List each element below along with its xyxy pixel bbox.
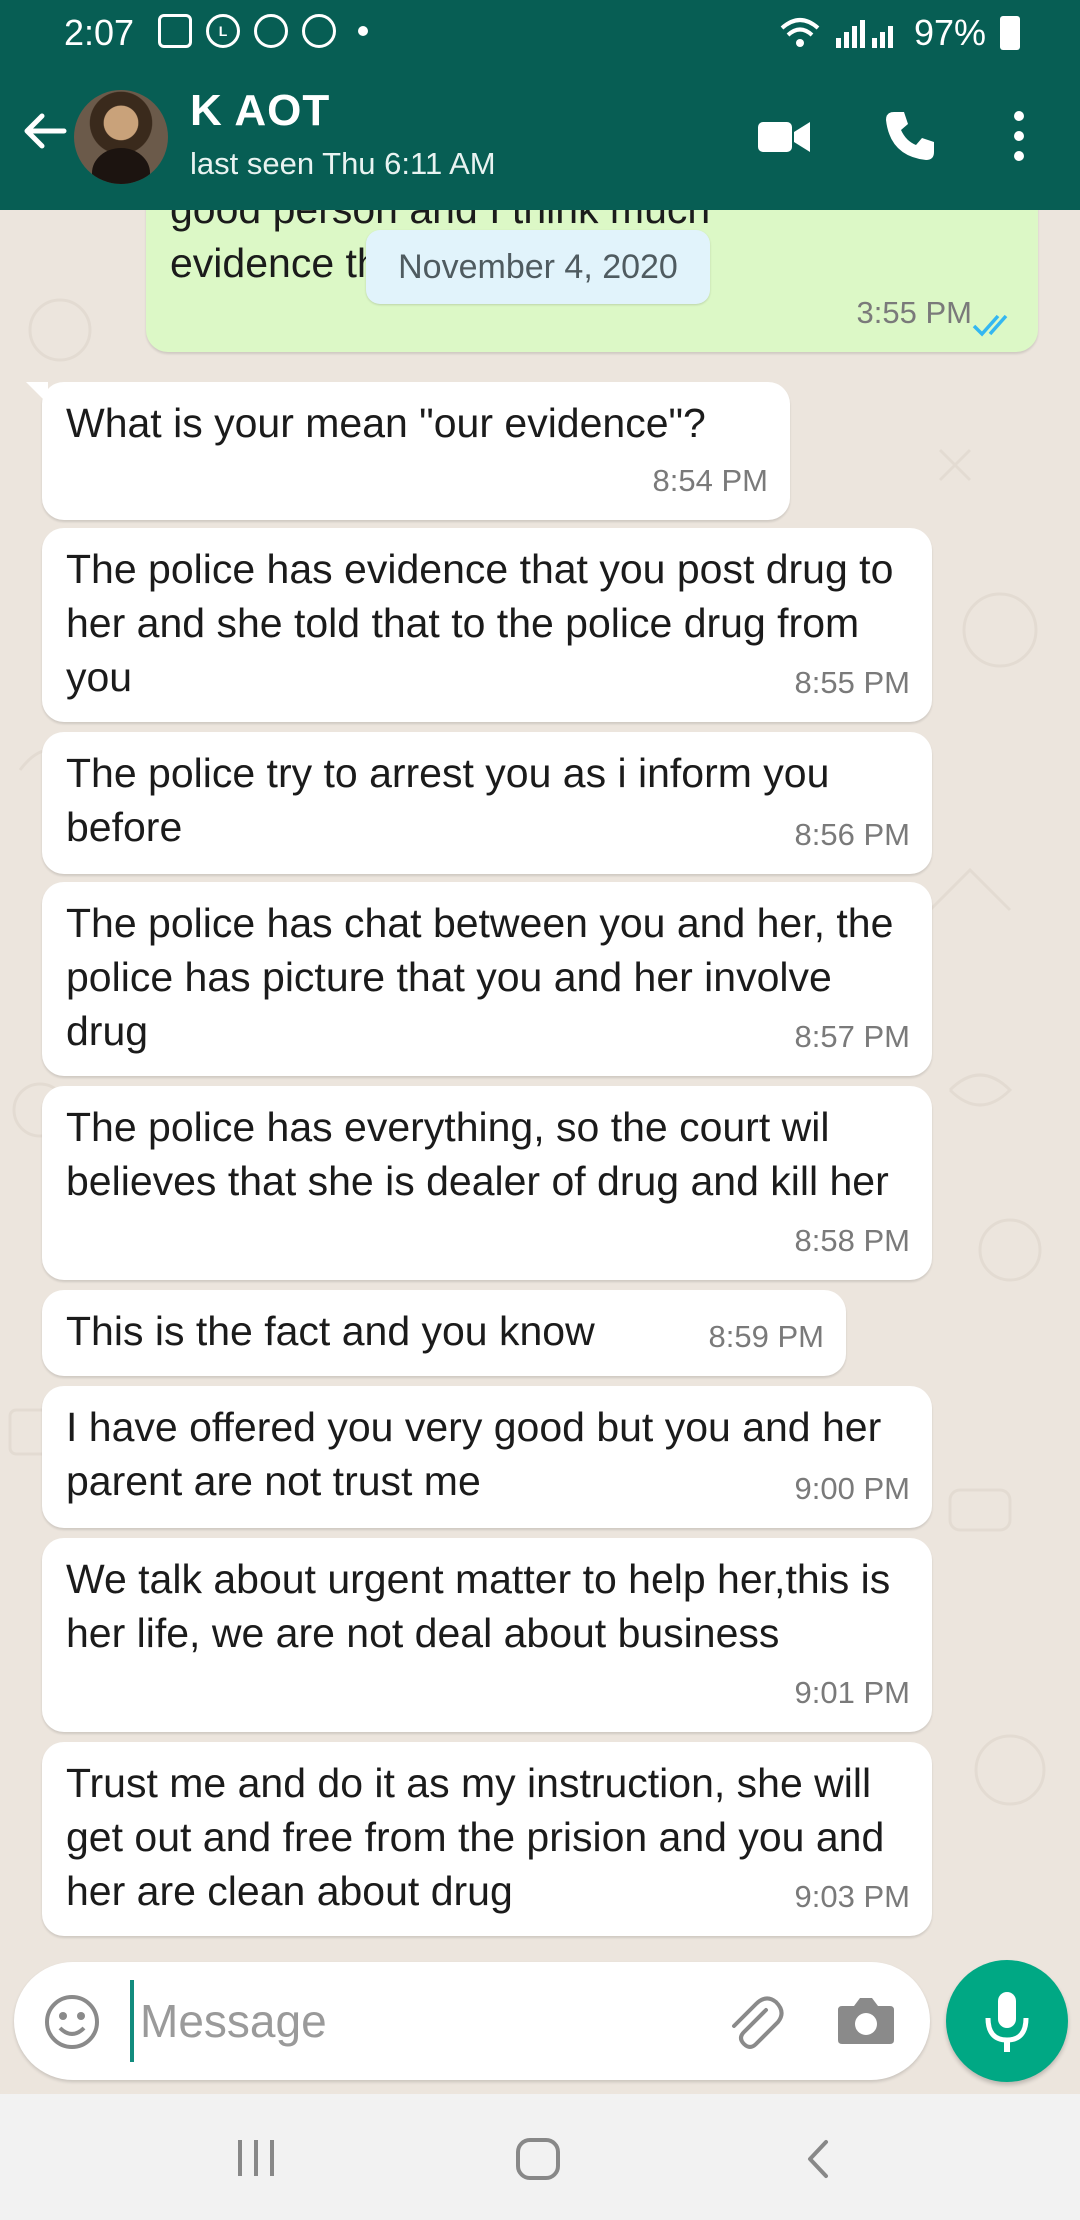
- more-options-icon[interactable]: [1004, 108, 1034, 164]
- last-seen[interactable]: last seen Thu 6:11 AM: [190, 146, 496, 182]
- message-time: 8:57 PM: [794, 1019, 910, 1054]
- contact-name[interactable]: K AOT: [190, 86, 330, 136]
- notification-icons: L: [158, 14, 368, 48]
- incoming-message[interactable]: I have offered you very good but you and…: [42, 1386, 932, 1528]
- microphone-icon: [985, 1992, 1029, 2052]
- message-time: 9:01 PM: [794, 1675, 910, 1710]
- message-text: The police has everything, so the court …: [66, 1104, 889, 1204]
- image-icon: [158, 14, 192, 48]
- incoming-message[interactable]: This is the fact and you know 8:59 PM: [42, 1290, 846, 1376]
- cloud-sync-icon: [302, 14, 336, 48]
- nav-back-icon[interactable]: [800, 2138, 836, 2180]
- chat-area[interactable]: good person and I think much evidence th…: [0, 210, 1080, 1960]
- incoming-message[interactable]: We talk about urgent matter to help her,…: [42, 1538, 932, 1732]
- signal-icon: [835, 20, 893, 48]
- incoming-message[interactable]: The police has evidence that you post dr…: [42, 528, 932, 722]
- attach-icon[interactable]: [722, 1990, 786, 2054]
- message-composer: [14, 1962, 930, 2080]
- line-icon: L: [206, 14, 240, 48]
- message-time: 8:59 PM: [708, 1319, 824, 1354]
- message-time: 9:00 PM: [794, 1471, 910, 1506]
- message-time: 8:54 PM: [652, 463, 768, 498]
- message-time: 8:56 PM: [794, 817, 910, 852]
- message-text: We talk about urgent matter to help her,…: [66, 1556, 891, 1656]
- message-time: 3:55 PM: [856, 295, 972, 330]
- chat-header: K AOT last seen Thu 6:11 AM: [0, 64, 1080, 210]
- message-text: The police has evidence that you post dr…: [66, 546, 894, 700]
- battery-percent: 97%: [913, 12, 986, 53]
- message-time: 9:03 PM: [794, 1879, 910, 1914]
- chat-icon: [254, 14, 288, 48]
- incoming-message[interactable]: The police has everything, so the court …: [42, 1086, 932, 1280]
- message-text: The police try to arrest you as i inform…: [66, 750, 830, 850]
- incoming-message[interactable]: Trust me and do it as my instruction, sh…: [42, 1742, 932, 1936]
- video-call-icon[interactable]: [756, 108, 812, 164]
- status-bar: 2:07 L 97%: [0, 0, 1080, 64]
- read-receipt-icon: [972, 314, 1008, 337]
- battery-icon: [1000, 16, 1020, 50]
- incoming-message[interactable]: The police has chat between you and her,…: [42, 882, 932, 1076]
- wifi-icon: [780, 18, 820, 47]
- more-notifications-dot: [358, 26, 368, 36]
- message-input[interactable]: [130, 1980, 690, 2062]
- status-time: 2:07: [64, 12, 135, 53]
- message-text: Trust me and do it as my instruction, sh…: [66, 1760, 885, 1914]
- voice-call-icon[interactable]: [882, 108, 938, 164]
- voice-message-button[interactable]: [946, 1960, 1068, 2082]
- message-time: 8:55 PM: [794, 665, 910, 700]
- home-icon[interactable]: [514, 2136, 562, 2182]
- message-text: What is your mean "our evidence"?: [66, 400, 706, 446]
- camera-icon[interactable]: [836, 1992, 896, 2048]
- date-chip: November 4, 2020: [366, 230, 710, 304]
- status-right: 97%: [780, 12, 1020, 54]
- bubble-tail: [26, 382, 48, 404]
- system-nav-bar: [0, 2094, 1080, 2220]
- incoming-message[interactable]: The police try to arrest you as i inform…: [42, 732, 932, 874]
- emoji-icon[interactable]: [42, 1992, 102, 2052]
- message-text: The police has chat between you and her,…: [66, 900, 894, 1054]
- message-text: I have offered you very good but you and…: [66, 1404, 882, 1504]
- avatar[interactable]: [74, 90, 168, 184]
- message-time: 8:58 PM: [794, 1223, 910, 1258]
- incoming-message[interactable]: What is your mean "our evidence"? 8:54 P…: [26, 382, 790, 520]
- back-arrow-icon[interactable]: [20, 106, 70, 156]
- recent-apps-icon[interactable]: [232, 2138, 280, 2178]
